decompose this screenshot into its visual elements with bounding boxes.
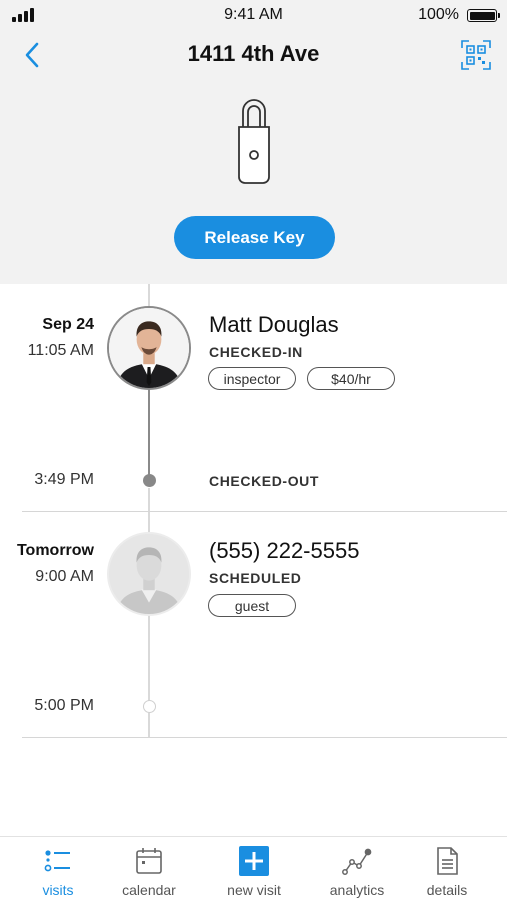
release-key-button[interactable]: Release Key (174, 216, 335, 259)
lockbox-icon (238, 99, 270, 184)
calendar-icon (136, 848, 162, 874)
person-silhouette-icon (109, 534, 189, 614)
visit-date: Sep 24 (42, 316, 94, 333)
tab-label: calendar (122, 882, 176, 898)
visit-end-status: CHECKED-OUT (209, 473, 320, 489)
avatar-placeholder (107, 532, 191, 616)
avatar (107, 306, 191, 390)
visitor-name: Matt Douglas (209, 312, 339, 337)
tab-analytics[interactable]: analytics (307, 837, 407, 900)
header: 9:41 AM 100% 1411 4th Ave Release Key (0, 0, 507, 284)
page-title: 1411 4th Ave (187, 41, 320, 66)
document-icon (437, 847, 458, 875)
visit-status: SCHEDULED (209, 570, 302, 586)
analytics-icon (342, 848, 372, 875)
timeline-line-active (148, 389, 150, 479)
rate-tag: $40/hr (307, 367, 395, 390)
visit-end-time: 3:49 PM (34, 471, 94, 488)
tab-details[interactable]: details (397, 837, 497, 900)
visits-timeline: Sep 24 11:05 AM Matt Douglas CHECKED-IN … (0, 284, 507, 836)
battery-icon (467, 9, 500, 22)
timeline-line (148, 615, 150, 705)
role-tag: inspector (208, 367, 296, 390)
role-tag: guest (208, 594, 296, 617)
checkout-dot (142, 474, 156, 487)
tab-label: visits (42, 882, 74, 898)
tab-calendar[interactable]: calendar (99, 837, 199, 900)
tab-label: new visit (227, 882, 281, 898)
end-time-dot (142, 700, 156, 713)
visit-start-time: 9:00 AM (35, 568, 94, 585)
visit-date: Tomorrow (16, 542, 94, 559)
battery-percentage: 100% (418, 6, 459, 23)
tab-label: analytics (329, 882, 385, 898)
plus-icon (239, 846, 269, 876)
qr-scan-button[interactable] (459, 38, 493, 72)
visit-start-time: 11:05 AM (27, 342, 94, 359)
timeline-line (148, 284, 150, 308)
tab-new-visit[interactable]: new visit (204, 837, 304, 900)
visits-list-icon (44, 850, 70, 872)
visitor-phone: (555) 222-5555 (209, 538, 360, 563)
divider (22, 737, 507, 738)
status-bar: 9:41 AM 100% (0, 0, 507, 30)
tab-bar: visits calendar new visit analytics deta… (0, 836, 507, 900)
timeline-line (148, 713, 150, 737)
tab-label: details (426, 882, 468, 898)
tab-visits[interactable]: visits (8, 837, 108, 900)
visit-end-time: 5:00 PM (34, 697, 94, 714)
divider (22, 511, 507, 512)
timeline-line (148, 488, 150, 536)
qr-code-icon (461, 40, 491, 70)
person-photo (109, 308, 189, 388)
visit-status: CHECKED-IN (209, 344, 303, 360)
